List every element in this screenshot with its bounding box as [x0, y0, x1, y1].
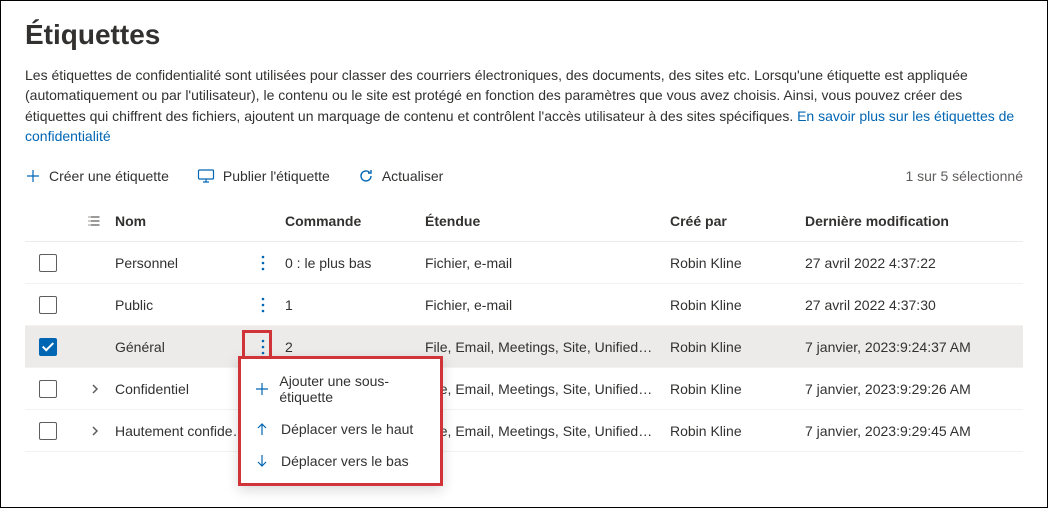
row-scope: Fichier, e-mail [425, 255, 670, 271]
row-checkbox[interactable] [39, 296, 57, 314]
publish-label-text: Publier l'étiquette [223, 168, 330, 184]
refresh-button[interactable]: Actualiser [358, 168, 443, 184]
col-name[interactable]: Nom [115, 213, 255, 229]
col-modified[interactable]: Dernière modification [805, 213, 1023, 229]
expand-chevron-icon[interactable] [75, 426, 115, 436]
more-actions-button[interactable] [255, 251, 285, 275]
more-actions-button[interactable] [255, 293, 285, 317]
row-scope: Fichier, e-mail [425, 297, 670, 313]
row-modified: 27 avril 2022 4:37:22 [805, 255, 1023, 271]
table-row[interactable]: Public 1 Fichier, e-mail Robin Kline 27 … [25, 284, 1023, 326]
menu-move-up[interactable]: Déplacer vers le haut [241, 413, 440, 445]
plus-icon [25, 168, 41, 184]
menu-move-down-text: Déplacer vers le bas [281, 453, 409, 469]
row-checkbox[interactable] [39, 338, 57, 356]
row-name: Confidentiel [115, 381, 255, 397]
toolbar: Créer une étiquette Publier l'étiquette … [25, 164, 1023, 200]
row-scope: File, Email, Meetings, Site, UnifiedGrou… [425, 423, 670, 439]
table-header: Nom Commande Étendue Créé par Dernière m… [25, 200, 1023, 242]
row-name: Hautement confidentiel [115, 423, 255, 439]
row-checkbox[interactable] [39, 254, 57, 272]
row-order: 2 [285, 339, 425, 355]
context-menu: Ajouter une sous-étiquette Déplacer vers… [238, 356, 443, 486]
create-label-text: Créer une étiquette [49, 168, 169, 184]
page-title: Étiquettes [25, 19, 1023, 51]
row-modified: 27 avril 2022 4:37:30 [805, 297, 1023, 313]
table-row[interactable]: Hautement confidentiel File, Email, Meet… [25, 410, 1023, 452]
row-modified: 7 janvier, 2023:9:24:37 AM [805, 339, 1023, 355]
menu-add-sublabel-text: Ajouter une sous-étiquette [279, 373, 426, 405]
labels-table: Nom Commande Étendue Créé par Dernière m… [25, 200, 1023, 452]
row-checkbox[interactable] [39, 422, 57, 440]
row-createdby: Robin Kline [670, 255, 805, 271]
row-name: Général [115, 339, 255, 355]
refresh-text: Actualiser [382, 168, 443, 184]
row-order: 1 [285, 297, 425, 313]
expand-chevron-icon[interactable] [75, 384, 115, 394]
row-scope: File, Email, Meetings, Site, UnifiedGrou… [425, 381, 670, 397]
selection-count: 1 sur 5 sélectionné [905, 168, 1023, 184]
row-createdby: Robin Kline [670, 423, 805, 439]
row-modified: 7 janvier, 2023:9:29:45 AM [805, 423, 1023, 439]
row-checkbox[interactable] [39, 380, 57, 398]
row-createdby: Robin Kline [670, 339, 805, 355]
plus-icon [255, 382, 269, 396]
publish-label-button[interactable]: Publier l'étiquette [197, 168, 330, 184]
row-name: Public [115, 297, 255, 313]
row-scope: File, Email, Meetings, Site, UnifiedGrou… [425, 339, 670, 355]
row-order: 0 : le plus bas [285, 255, 425, 271]
row-modified: 7 janvier, 2023:9:29:26 AM [805, 381, 1023, 397]
create-label-button[interactable]: Créer une étiquette [25, 168, 169, 184]
col-createdby[interactable]: Créé par [670, 213, 805, 229]
col-scope[interactable]: Étendue [425, 213, 670, 229]
row-name: Personnel [115, 255, 255, 271]
table-row[interactable]: Personnel 0 : le plus bas Fichier, e-mai… [25, 242, 1023, 284]
page-description: Les étiquettes de confidentialité sont u… [25, 65, 1023, 146]
refresh-icon [358, 168, 374, 184]
menu-add-sublabel[interactable]: Ajouter une sous-étiquette [241, 365, 440, 413]
arrow-down-icon [255, 454, 271, 468]
row-createdby: Robin Kline [670, 297, 805, 313]
col-order[interactable]: Commande [285, 213, 425, 229]
arrow-up-icon [255, 422, 271, 436]
menu-move-up-text: Déplacer vers le haut [281, 421, 413, 437]
menu-move-down[interactable]: Déplacer vers le bas [241, 445, 440, 477]
index-icon [75, 214, 115, 228]
screen-icon [197, 168, 215, 184]
table-row[interactable]: Confidentiel File, Email, Meetings, Site… [25, 368, 1023, 410]
table-row[interactable]: Général 2 File, Email, Meetings, Site, U… [25, 326, 1023, 368]
row-createdby: Robin Kline [670, 381, 805, 397]
